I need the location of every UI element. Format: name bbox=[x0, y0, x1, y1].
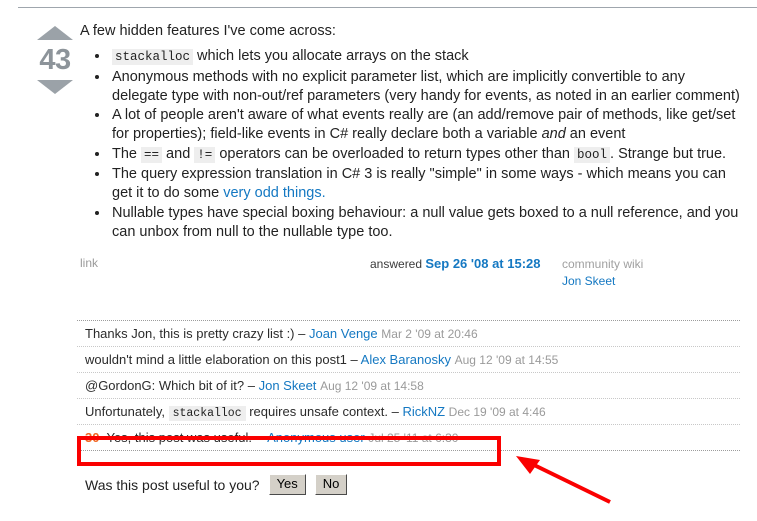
inline-code: == bbox=[141, 146, 163, 163]
text-run: which lets you allocate arrays on the st… bbox=[193, 48, 469, 64]
text-run: . Strange but true. bbox=[610, 145, 727, 162]
comment-date: Mar 2 '09 at 20:46 bbox=[381, 327, 478, 341]
comment-date: Dec 19 '09 at 4:46 bbox=[448, 405, 546, 419]
inline-code: != bbox=[194, 146, 216, 163]
comment-row[interactable]: @GordonG: Which bit of it? – Jon Skeet A… bbox=[77, 373, 740, 398]
comment-score: 30 bbox=[85, 430, 100, 445]
comment-text: wouldn't mind a little elaboration on th… bbox=[85, 352, 351, 367]
comment-date: Aug 12 '09 at 14:58 bbox=[320, 379, 424, 393]
comment-separator bbox=[77, 450, 740, 451]
comment-row[interactable]: 30 Yes, this post was useful. -- Anonymou… bbox=[77, 425, 740, 450]
comment-text: @GordonG: Which bit of it? bbox=[85, 378, 248, 393]
feature-list: stackalloc which lets you allocate array… bbox=[80, 47, 742, 242]
vote-down-arrow-icon[interactable] bbox=[37, 80, 73, 94]
inline-code: bool bbox=[574, 146, 611, 163]
feature-list-item: The query expression translation in C# 3… bbox=[110, 165, 742, 203]
feature-list-item: A lot of people aren't aware of what eve… bbox=[110, 106, 742, 144]
answer-intro: A few hidden features I've come across: bbox=[80, 23, 336, 39]
red-pointer-arrow-annotation bbox=[516, 456, 611, 504]
feature-list-item: Anonymous methods with no explicit param… bbox=[110, 68, 742, 106]
answered-label: answered bbox=[370, 257, 423, 271]
community-wiki-label: community wiki bbox=[562, 257, 644, 271]
comment-row[interactable]: Thanks Jon, this is pretty crazy list :)… bbox=[77, 321, 740, 346]
feature-list-item: stackalloc which lets you allocate array… bbox=[110, 47, 742, 67]
poll-yes-button[interactable]: Yes bbox=[268, 474, 306, 495]
comment-text: Thanks Jon, this is pretty crazy list :) bbox=[85, 326, 299, 341]
comment-author-link[interactable]: RickNZ bbox=[402, 404, 445, 419]
top-divider bbox=[18, 7, 757, 8]
poll-no-button[interactable]: No bbox=[314, 474, 348, 495]
text-run: and bbox=[162, 145, 195, 162]
text-run: The bbox=[112, 145, 142, 162]
post-useful-poll: Was this post useful to you? Yes No bbox=[85, 474, 348, 495]
comment-dash: – bbox=[350, 352, 361, 367]
inline-link[interactable]: very odd things. bbox=[223, 185, 325, 201]
text-run: an event bbox=[565, 126, 626, 142]
post-signature: answered Sep 26 '08 at 15:28 bbox=[370, 256, 540, 271]
inline-code: stackalloc bbox=[168, 406, 246, 421]
vote-up-arrow-icon[interactable] bbox=[37, 26, 73, 40]
comment-author-link[interactable]: Alex Baranosky bbox=[361, 352, 451, 367]
community-wiki-block: community wiki Jon Skeet bbox=[562, 256, 643, 290]
vote-count: 43 bbox=[39, 44, 71, 76]
wiki-user-link[interactable]: Jon Skeet bbox=[562, 273, 643, 290]
answer-body: A few hidden features I've come across: … bbox=[80, 22, 742, 242]
comment-author-link[interactable]: Joan Venge bbox=[309, 326, 378, 341]
feature-list-item: The == and != operators can be overloade… bbox=[110, 145, 742, 165]
comment-text: requires unsafe context. bbox=[245, 404, 392, 419]
poll-question: Was this post useful to you? bbox=[85, 476, 260, 493]
answered-date[interactable]: Sep 26 '08 at 15:28 bbox=[425, 256, 540, 271]
text-run: Nullable types have special boxing behav… bbox=[112, 204, 739, 240]
comment-text: Unfortunately, bbox=[85, 404, 169, 419]
comment-row[interactable]: Unfortunately, stackalloc requires unsaf… bbox=[77, 399, 740, 424]
comment-dash: – bbox=[247, 378, 259, 393]
comment-list: Thanks Jon, this is pretty crazy list :)… bbox=[77, 320, 740, 451]
feature-list-item: Nullable types have special boxing behav… bbox=[110, 204, 742, 242]
text-run: operators can be overloaded to return ty… bbox=[215, 145, 574, 162]
text-run: A lot of people aren't aware of what eve… bbox=[112, 107, 736, 142]
text-run: The query expression translation in C# 3… bbox=[112, 166, 726, 201]
emphasis-text: and bbox=[541, 126, 566, 142]
comment-text: Yes, this post was useful. -- bbox=[106, 430, 268, 445]
text-run: Anonymous methods with no explicit param… bbox=[112, 68, 740, 104]
vote-cell: 43 bbox=[26, 26, 84, 94]
comment-date: Jul 25 '11 at 6:30 bbox=[368, 431, 459, 445]
comment-dash: – bbox=[391, 404, 403, 419]
comment-dash: – bbox=[298, 326, 309, 341]
post-permalink[interactable]: link bbox=[80, 256, 98, 270]
comment-author-link[interactable]: Anonymous user bbox=[267, 430, 365, 445]
comment-date: Aug 12 '09 at 14:55 bbox=[454, 353, 559, 367]
inline-code: stackalloc bbox=[112, 49, 194, 65]
comment-author-link[interactable]: Jon Skeet bbox=[259, 378, 317, 393]
comment-row[interactable]: wouldn't mind a little elaboration on th… bbox=[77, 347, 740, 372]
